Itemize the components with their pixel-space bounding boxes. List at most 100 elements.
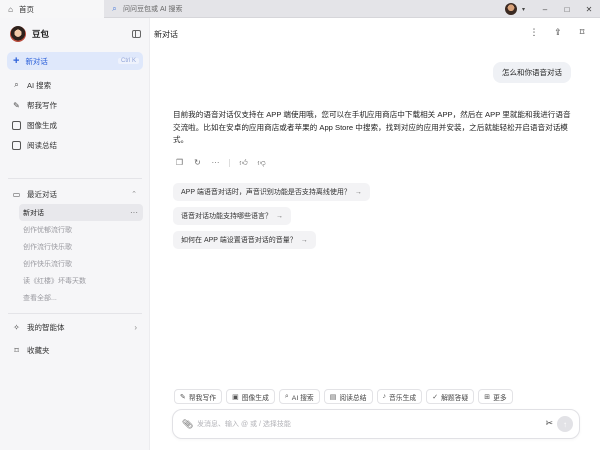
sidebar-item-label: 帮我写作 bbox=[27, 100, 57, 110]
close-button[interactable]: ✕ bbox=[578, 0, 600, 18]
message-toolbar: ❐ ↻ ··· 👍︎ 👎︎ bbox=[175, 158, 266, 168]
user-avatar[interactable] bbox=[505, 3, 517, 15]
bookmark-icon: ⌑ bbox=[14, 345, 19, 355]
tab-home-label: 首页 bbox=[19, 4, 34, 14]
document-icon: ▤ bbox=[329, 393, 337, 401]
attach-icon[interactable]: 📎︎ bbox=[182, 419, 193, 430]
sidebar-item-label: 阅读总结 bbox=[27, 140, 57, 150]
suggestion-chip[interactable]: 语音对话功能支持哪些语言？ → bbox=[173, 207, 291, 225]
view-all-link[interactable]: 查看全部... bbox=[19, 289, 143, 306]
sparkle-icon: ✧ bbox=[13, 322, 20, 332]
recent-chat-title: 创作流行快乐歌 bbox=[23, 243, 72, 251]
window-controls: ▾ – □ ✕ bbox=[505, 0, 600, 18]
recent-chat-title: 创作忧郁流行歌 bbox=[23, 226, 72, 234]
sidebar-item-label: 我的智能体 bbox=[27, 322, 65, 332]
skill-label: 帮我写作 bbox=[188, 394, 217, 402]
chat-main: 新对话 ⋮ ⇪ ⌑ 怎么和你语音对话 目前我的语音对话仅支持在 APP 端使用哦… bbox=[150, 18, 600, 450]
sidebar-nav: ⌕ AI 搜索 ✎ 帮我写作 图像生成 阅读总结 bbox=[7, 75, 143, 155]
chevron-down-icon[interactable]: ▾ bbox=[519, 5, 528, 14]
skill-label: 更多 bbox=[493, 394, 507, 402]
tab-home[interactable]: ⌂ 首页 bbox=[0, 0, 104, 18]
skill-solve-button[interactable]: ✓ 解题答疑 bbox=[426, 389, 475, 404]
more-icon[interactable]: ··· bbox=[211, 158, 220, 167]
skill-label: AI 搜索 bbox=[291, 394, 314, 402]
divider bbox=[8, 178, 142, 179]
recent-chats-list: 新对话 ··· 创作忧郁流行歌 创作流行快乐歌 创作快乐流行歌 读《红楼》坏毒天… bbox=[19, 204, 143, 306]
sidebar: 豆包 + 新对话 Ctrl K ⌕ AI 搜索 ✎ 帮我写作 图像生成 阅读总结 bbox=[0, 18, 150, 450]
thumbs-down-icon[interactable]: 👎︎ bbox=[257, 158, 266, 167]
sidebar-item-favorites[interactable]: ⌑ 收藏夹 bbox=[7, 341, 143, 359]
sidebar-item-ai-search[interactable]: ⌕ AI 搜索 bbox=[7, 75, 143, 95]
new-chat-label: 新对话 bbox=[25, 56, 48, 66]
more-icon[interactable]: ··· bbox=[130, 208, 138, 217]
sidebar-toggle-icon[interactable] bbox=[132, 30, 141, 38]
send-button[interactable]: ↑ bbox=[557, 416, 573, 432]
pen-icon: ✎ bbox=[13, 100, 20, 110]
more-icon[interactable]: ⋮ bbox=[528, 26, 540, 38]
skill-label: 解题答疑 bbox=[441, 394, 469, 402]
brand-name: 豆包 bbox=[32, 29, 50, 39]
skill-reading-button[interactable]: ▤ 阅读总结 bbox=[323, 389, 373, 404]
brand-avatar bbox=[10, 26, 26, 42]
skill-more-button[interactable]: ⊞ 更多 bbox=[478, 389, 513, 404]
suggestion-text: 如何在 APP 端设置语音对话的音量？ bbox=[181, 237, 297, 244]
view-all-label: 查看全部... bbox=[23, 294, 57, 302]
sidebar-item-image[interactable]: 图像生成 bbox=[7, 115, 143, 135]
share-icon[interactable]: ⇪ bbox=[552, 26, 564, 38]
recent-chat-item[interactable]: 创作忧郁流行歌 bbox=[19, 221, 143, 238]
new-chat-button[interactable]: + 新对话 Ctrl K bbox=[7, 52, 143, 70]
minimize-button[interactable]: – bbox=[534, 0, 556, 18]
regenerate-icon[interactable]: ↻ bbox=[193, 158, 202, 167]
bookmark-icon[interactable]: ⌑ bbox=[576, 26, 588, 38]
suggestion-text: 语音对话功能支持哪些语言？ bbox=[181, 213, 272, 220]
shortcut-badge: Ctrl K bbox=[118, 58, 139, 64]
sidebar-item-agents[interactable]: ✧ 我的智能体 › bbox=[7, 318, 143, 336]
sidebar-item-writing[interactable]: ✎ 帮我写作 bbox=[7, 95, 143, 115]
recent-chat-item[interactable]: 新对话 ··· bbox=[19, 204, 143, 221]
skill-search-button[interactable]: ⌕ AI 搜索 bbox=[278, 389, 320, 404]
skill-label: 图像生成 bbox=[241, 394, 269, 402]
search-icon: ⌕ bbox=[284, 392, 289, 400]
message-input[interactable] bbox=[197, 417, 497, 431]
skill-music-button[interactable]: ♪ 音乐生成 bbox=[376, 389, 423, 404]
chat-bubble-icon: ▭ bbox=[12, 189, 21, 199]
browser-tab-bar: ⌂ 首页 ⌕ 问问豆包或 AI 搜索 ▾ – □ ✕ bbox=[0, 0, 600, 18]
recent-chat-title: 新对话 bbox=[23, 209, 44, 217]
app-window: 豆包 + 新对话 Ctrl K ⌕ AI 搜索 ✎ 帮我写作 图像生成 阅读总结 bbox=[0, 18, 600, 450]
sidebar-item-label: 图像生成 bbox=[27, 120, 57, 130]
document-icon bbox=[12, 140, 21, 150]
arrow-right-icon: → bbox=[354, 188, 362, 196]
skill-label: 音乐生成 bbox=[389, 394, 417, 402]
search-icon: ⌕ bbox=[14, 80, 19, 89]
chat-actions: ⋮ ⇪ ⌑ bbox=[528, 26, 588, 38]
scissors-icon[interactable]: ✂ bbox=[545, 418, 553, 429]
sidebar-item-label: 收藏夹 bbox=[27, 345, 50, 355]
tab-search[interactable]: ⌕ 问问豆包或 AI 搜索 bbox=[104, 0, 216, 18]
grid-icon: ⊞ bbox=[484, 393, 491, 401]
recent-chats-header[interactable]: ▭ 最近对话 ⌃ bbox=[7, 185, 143, 203]
sidebar-item-reading[interactable]: 阅读总结 bbox=[7, 135, 143, 155]
recent-chat-item[interactable]: 创作流行快乐歌 bbox=[19, 238, 143, 255]
skill-label: 阅读总结 bbox=[339, 394, 367, 402]
search-icon: ⌕ bbox=[112, 4, 117, 13]
plus-icon: + bbox=[13, 54, 20, 67]
pen-icon: ✎ bbox=[180, 393, 186, 401]
home-icon: ⌂ bbox=[8, 4, 13, 14]
suggestion-chip[interactable]: APP 端语音对话时，声音识别功能是否支持离线使用？ → bbox=[173, 183, 370, 201]
skill-image-button[interactable]: ▣ 图像生成 bbox=[226, 389, 275, 404]
divider bbox=[8, 313, 142, 314]
copy-icon[interactable]: ❐ bbox=[175, 158, 184, 167]
message-composer: 📎︎ ✂ ↑ bbox=[172, 409, 580, 439]
brand: 豆包 bbox=[10, 26, 49, 42]
arrow-right-icon: → bbox=[300, 236, 308, 244]
recent-chat-item[interactable]: 读《红楼》坏毒天数 bbox=[19, 272, 143, 289]
suggestion-text: APP 端语音对话时，声音识别功能是否支持离线使用？ bbox=[181, 189, 351, 196]
recent-chat-item[interactable]: 创作快乐流行歌 bbox=[19, 255, 143, 272]
solve-icon: ✓ bbox=[432, 393, 439, 401]
assistant-message: 目前我的语音对话仅支持在 APP 端使用哦，您可以在手机应用商店中下载相关 AP… bbox=[173, 110, 571, 144]
skill-writing-button[interactable]: ✎ 帮我写作 bbox=[174, 389, 223, 404]
thumbs-up-icon[interactable]: 👍︎ bbox=[239, 158, 248, 167]
suggestion-chip[interactable]: 如何在 APP 端设置语音对话的音量？ → bbox=[173, 231, 316, 249]
chat-title: 新对话 bbox=[154, 30, 178, 39]
maximize-button[interactable]: □ bbox=[556, 0, 578, 18]
